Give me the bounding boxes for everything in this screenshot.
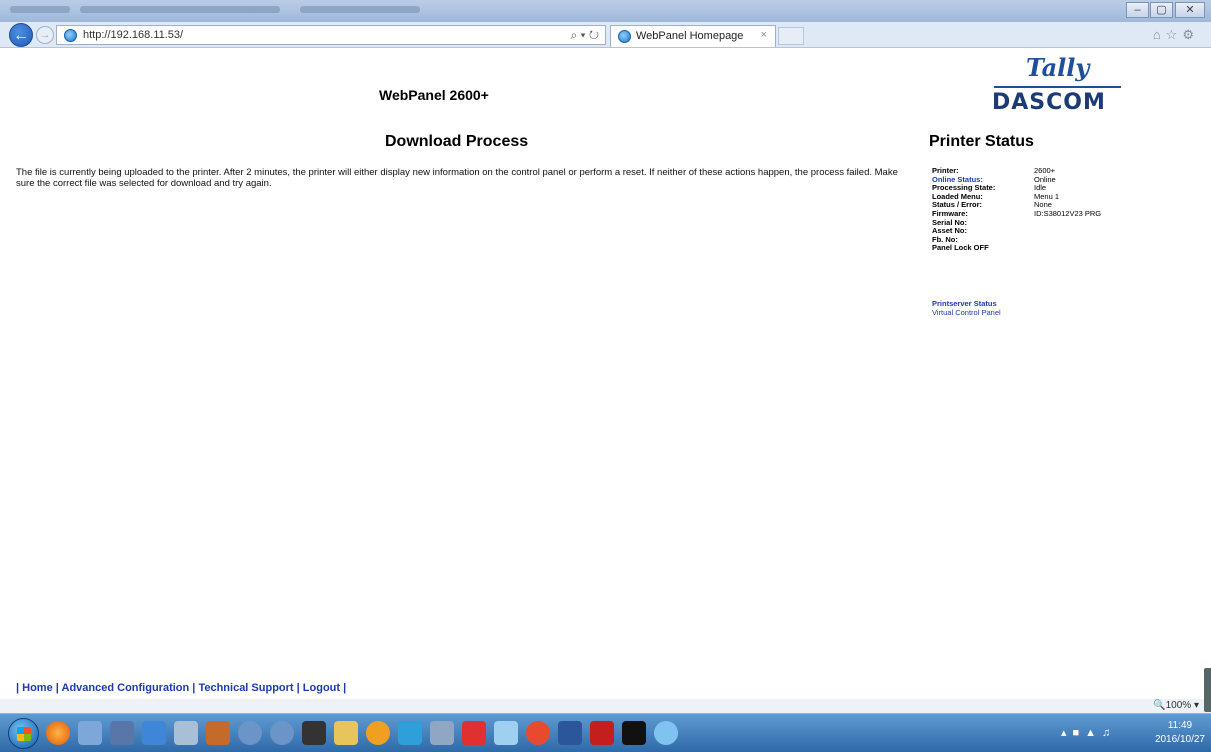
cloud-app-icon[interactable] [398,721,422,745]
printer-status-list: Printer: 2600+ Online Status: Online Proce… [932,166,1172,252]
status-row: Fb. No: [932,235,1172,244]
status-row: Firmware: ID:S38012V23 PRG [932,209,1172,218]
section-title: Download Process [385,133,529,150]
windows-logo-icon [17,727,31,741]
internet-explorer-icon[interactable] [654,721,678,745]
browser-toolbar: ← → http://192.168.11.53/ ⌕ ▾ ↻ WebPanel… [0,22,1211,48]
library-icon[interactable] [110,721,134,745]
tally-dascom-logo: Tally DASCOM [988,53,1128,121]
desktop-gadget-edge [1204,668,1211,712]
heart-app-icon[interactable] [526,721,550,745]
title-text-blurred [300,6,420,13]
network-app-icon[interactable] [142,721,166,745]
home-favorites-tools-icons[interactable]: ⌂☆⚙ [1153,27,1199,43]
status-row: Printer: 2600+ [932,166,1172,175]
screen: – ▢ ✕ ← → http://192.168.11.53/ ⌕ ▾ ↻ We… [0,0,1211,752]
title-text-blurred [80,6,280,13]
ie-page-icon [64,29,77,42]
web-page: WebPanel 2600+ Tally DASCOM Download Pro… [0,49,1211,699]
tab-close-icon[interactable]: × [761,29,767,41]
status-row: Asset No: [932,226,1172,235]
title-text-blurred [10,6,70,13]
window-title-bar: – ▢ ✕ [0,0,1211,22]
firefox-icon[interactable] [46,721,70,745]
footer-link-advanced-configuration[interactable]: Advanced Configuration [62,682,190,694]
system-tray: ▴■▲♫ 11:49 2016/10/27 [1051,714,1211,752]
logo-tally-text: Tally [1026,53,1090,82]
acrobat-icon[interactable] [590,721,614,745]
display-app-icon[interactable] [302,721,326,745]
clock-time: 11:49 [1167,720,1193,731]
logo-dascom-text: DASCOM [992,90,1106,115]
document-icon[interactable] [174,721,198,745]
g-app-icon[interactable] [462,721,486,745]
gear-icon[interactable] [270,721,294,745]
status-row: Processing State: Idle [932,183,1172,192]
forward-button[interactable]: → [36,26,54,44]
command-prompt-icon[interactable] [622,721,646,745]
download-message: The file is currently being uploaded to … [16,167,898,190]
tray-icons[interactable]: ▴■▲♫ [1061,726,1116,739]
tab-webpanel-homepage[interactable]: WebPanel Homepage × [610,25,776,47]
status-row: Serial No: [932,218,1172,227]
logo-divider [994,86,1121,88]
browser-status-bar: 🔍100% ▾ [0,699,1211,713]
close-icon: ✕ [1185,4,1195,16]
search-refresh-controls[interactable]: ⌕ ▾ ↻ [570,28,599,43]
zoom-level[interactable]: 🔍100% ▾ [1153,700,1199,711]
ie-tab-icon [618,30,631,43]
minimize-button[interactable]: – [1126,2,1149,18]
close-button[interactable]: ✕ [1175,2,1205,18]
forward-arrow-icon: → [39,29,51,41]
back-arrow-icon: ← [13,27,29,44]
footer-link-technical-support[interactable]: Technical Support [198,682,293,694]
status-row: Loaded Menu: Menu 1 [932,192,1172,201]
status-row: Panel Lock OFF [932,243,1172,252]
address-url[interactable]: http://192.168.11.53/ [83,29,183,41]
virtual-control-panel-link[interactable]: Virtual Control Panel [932,308,1001,318]
tool-app-icon[interactable] [206,721,230,745]
footer-link-logout[interactable]: Logout [303,682,340,694]
maximize-icon: ▢ [1156,4,1167,16]
folder-icon[interactable] [334,721,358,745]
printer-status-title: Printer Status [929,133,1034,150]
clock-date: 2016/10/27 [1154,734,1205,745]
image-app-icon[interactable] [494,721,518,745]
clock[interactable]: 11:49 2016/10/27 [1155,719,1205,747]
zoom-value: 100% [1165,700,1192,711]
gear-icon[interactable] [238,721,262,745]
calculator-icon[interactable] [78,721,102,745]
tab-title: WebPanel Homepage [636,30,744,42]
maximize-button[interactable]: ▢ [1150,2,1173,18]
start-button[interactable] [8,718,39,749]
status-row: Online Status: Online [932,175,1172,184]
status-row: Status / Error: None [932,200,1172,209]
new-tab-button[interactable] [778,27,804,45]
snipping-tool-icon[interactable] [430,721,454,745]
page-title: WebPanel 2600+ [379,87,489,103]
footer-nav: | Home | Advanced Configuration | Techni… [16,682,347,694]
status-label: Panel Lock OFF [932,243,989,253]
address-bar[interactable]: http://192.168.11.53/ ⌕ ▾ ↻ [56,25,606,45]
zoom-icon: 🔍 [1153,700,1166,711]
footer-link-home[interactable]: Home [22,682,53,694]
word-icon[interactable] [558,721,582,745]
back-button[interactable]: ← [9,23,33,47]
side-links: Printserver Status Virtual Control Panel [932,299,1001,318]
minimize-icon: – [1134,4,1141,16]
media-player-icon[interactable] [366,721,390,745]
windows-taskbar: ▴■▲♫ 11:49 2016/10/27 [0,713,1211,752]
